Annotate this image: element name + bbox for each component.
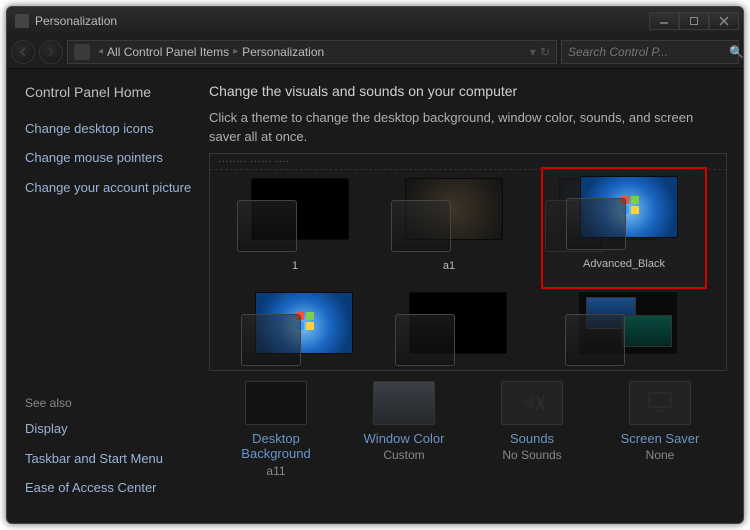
- sounds-icon: [501, 381, 563, 425]
- theme-item[interactable]: a1: [372, 174, 526, 280]
- theme-window-overlay: [241, 314, 301, 366]
- sidebar-link-ease-of-access[interactable]: Ease of Access Center: [25, 479, 195, 497]
- body: Control Panel Home Change desktop icons …: [7, 69, 743, 523]
- chevron-left-icon: ◂: [98, 46, 103, 57]
- bottom-actions: Desktop Background a11 Window Color Cust…: [209, 371, 727, 478]
- sidebar: Control Panel Home Change desktop icons …: [7, 69, 199, 523]
- theme-item[interactable]: 1: [218, 174, 372, 280]
- theme-window-overlay: [395, 314, 455, 366]
- control-panel-home-link[interactable]: Control Panel Home: [25, 83, 195, 102]
- theme-window-overlay: [237, 200, 297, 252]
- sidebar-link-display[interactable]: Display: [25, 420, 195, 438]
- personalization-window: Personalization ◂ All Control Panel Item…: [6, 6, 744, 524]
- theme-window-overlay: [391, 200, 451, 252]
- sidebar-link-desktop-icons[interactable]: Change desktop icons: [25, 120, 195, 138]
- window-title: Personalization: [35, 14, 117, 28]
- themes-grid: 1 a1: [210, 170, 726, 280]
- see-also-label: See also: [25, 396, 195, 410]
- main-panel: Change the visuals and sounds on your co…: [199, 69, 743, 523]
- sidebar-link-mouse-pointers[interactable]: Change mouse pointers: [25, 149, 195, 167]
- desktop-bg-thumb: [245, 381, 307, 425]
- close-button[interactable]: [709, 12, 739, 30]
- bot-label: Window Color: [364, 431, 445, 447]
- bot-label: Desktop Background: [221, 431, 331, 462]
- desktop-background-button[interactable]: Desktop Background a11: [221, 381, 331, 478]
- theme-item[interactable]: [376, 288, 530, 371]
- window-color-button[interactable]: Window Color Custom: [349, 381, 459, 478]
- sounds-button[interactable]: Sounds No Sounds: [477, 381, 587, 478]
- theme-item[interactable]: [546, 288, 700, 371]
- theme-item-selected[interactable]: Advanced_Black: [542, 168, 706, 288]
- bot-sub: Custom: [383, 448, 424, 462]
- themes-container: ········ ······ ···· 1: [209, 153, 727, 371]
- window-color-thumb: [373, 381, 435, 425]
- navbar: ◂ All Control Panel Items ▸ Personalizat…: [7, 35, 743, 69]
- bot-label: Screen Saver: [621, 431, 700, 447]
- minimize-button[interactable]: [649, 12, 679, 30]
- bot-sub: No Sounds: [502, 448, 561, 462]
- theme-label: a1: [443, 260, 455, 272]
- app-icon: [15, 14, 29, 28]
- address-dropdown[interactable]: ▾ ↻: [530, 45, 550, 59]
- theme-window-overlay: [565, 314, 625, 366]
- theme-label: Advanced_Black: [583, 258, 665, 270]
- search-box[interactable]: 🔍: [561, 40, 739, 64]
- forward-button[interactable]: [39, 40, 63, 64]
- titlebar: Personalization: [7, 7, 743, 35]
- search-icon: 🔍: [729, 45, 744, 59]
- bot-label: Sounds: [510, 431, 554, 447]
- screensaver-icon: [629, 381, 691, 425]
- sidebar-link-account-picture[interactable]: Change your account picture: [25, 179, 195, 197]
- page-heading: Change the visuals and sounds on your co…: [209, 83, 727, 99]
- breadcrumb-item[interactable]: All Control Panel Items: [107, 45, 229, 59]
- search-input[interactable]: [568, 45, 725, 59]
- bot-sub: a11: [266, 464, 285, 478]
- bot-sub: None: [646, 448, 675, 462]
- theme-window-overlay: [566, 198, 626, 250]
- breadcrumb-item[interactable]: Personalization: [242, 45, 324, 59]
- maximize-button[interactable]: [679, 12, 709, 30]
- refresh-icon[interactable]: ↻: [540, 45, 550, 59]
- back-button[interactable]: [11, 40, 35, 64]
- sidebar-link-taskbar[interactable]: Taskbar and Start Menu: [25, 450, 195, 468]
- screen-saver-button[interactable]: Screen Saver None: [605, 381, 715, 478]
- chevron-right-icon: ▸: [233, 46, 238, 57]
- theme-item[interactable]: [222, 288, 376, 371]
- page-subtext: Click a theme to change the desktop back…: [209, 109, 727, 147]
- window-buttons: [649, 12, 739, 30]
- theme-label: 1: [292, 260, 298, 272]
- location-icon: [74, 44, 90, 60]
- address-bar[interactable]: ◂ All Control Panel Items ▸ Personalizat…: [67, 40, 557, 64]
